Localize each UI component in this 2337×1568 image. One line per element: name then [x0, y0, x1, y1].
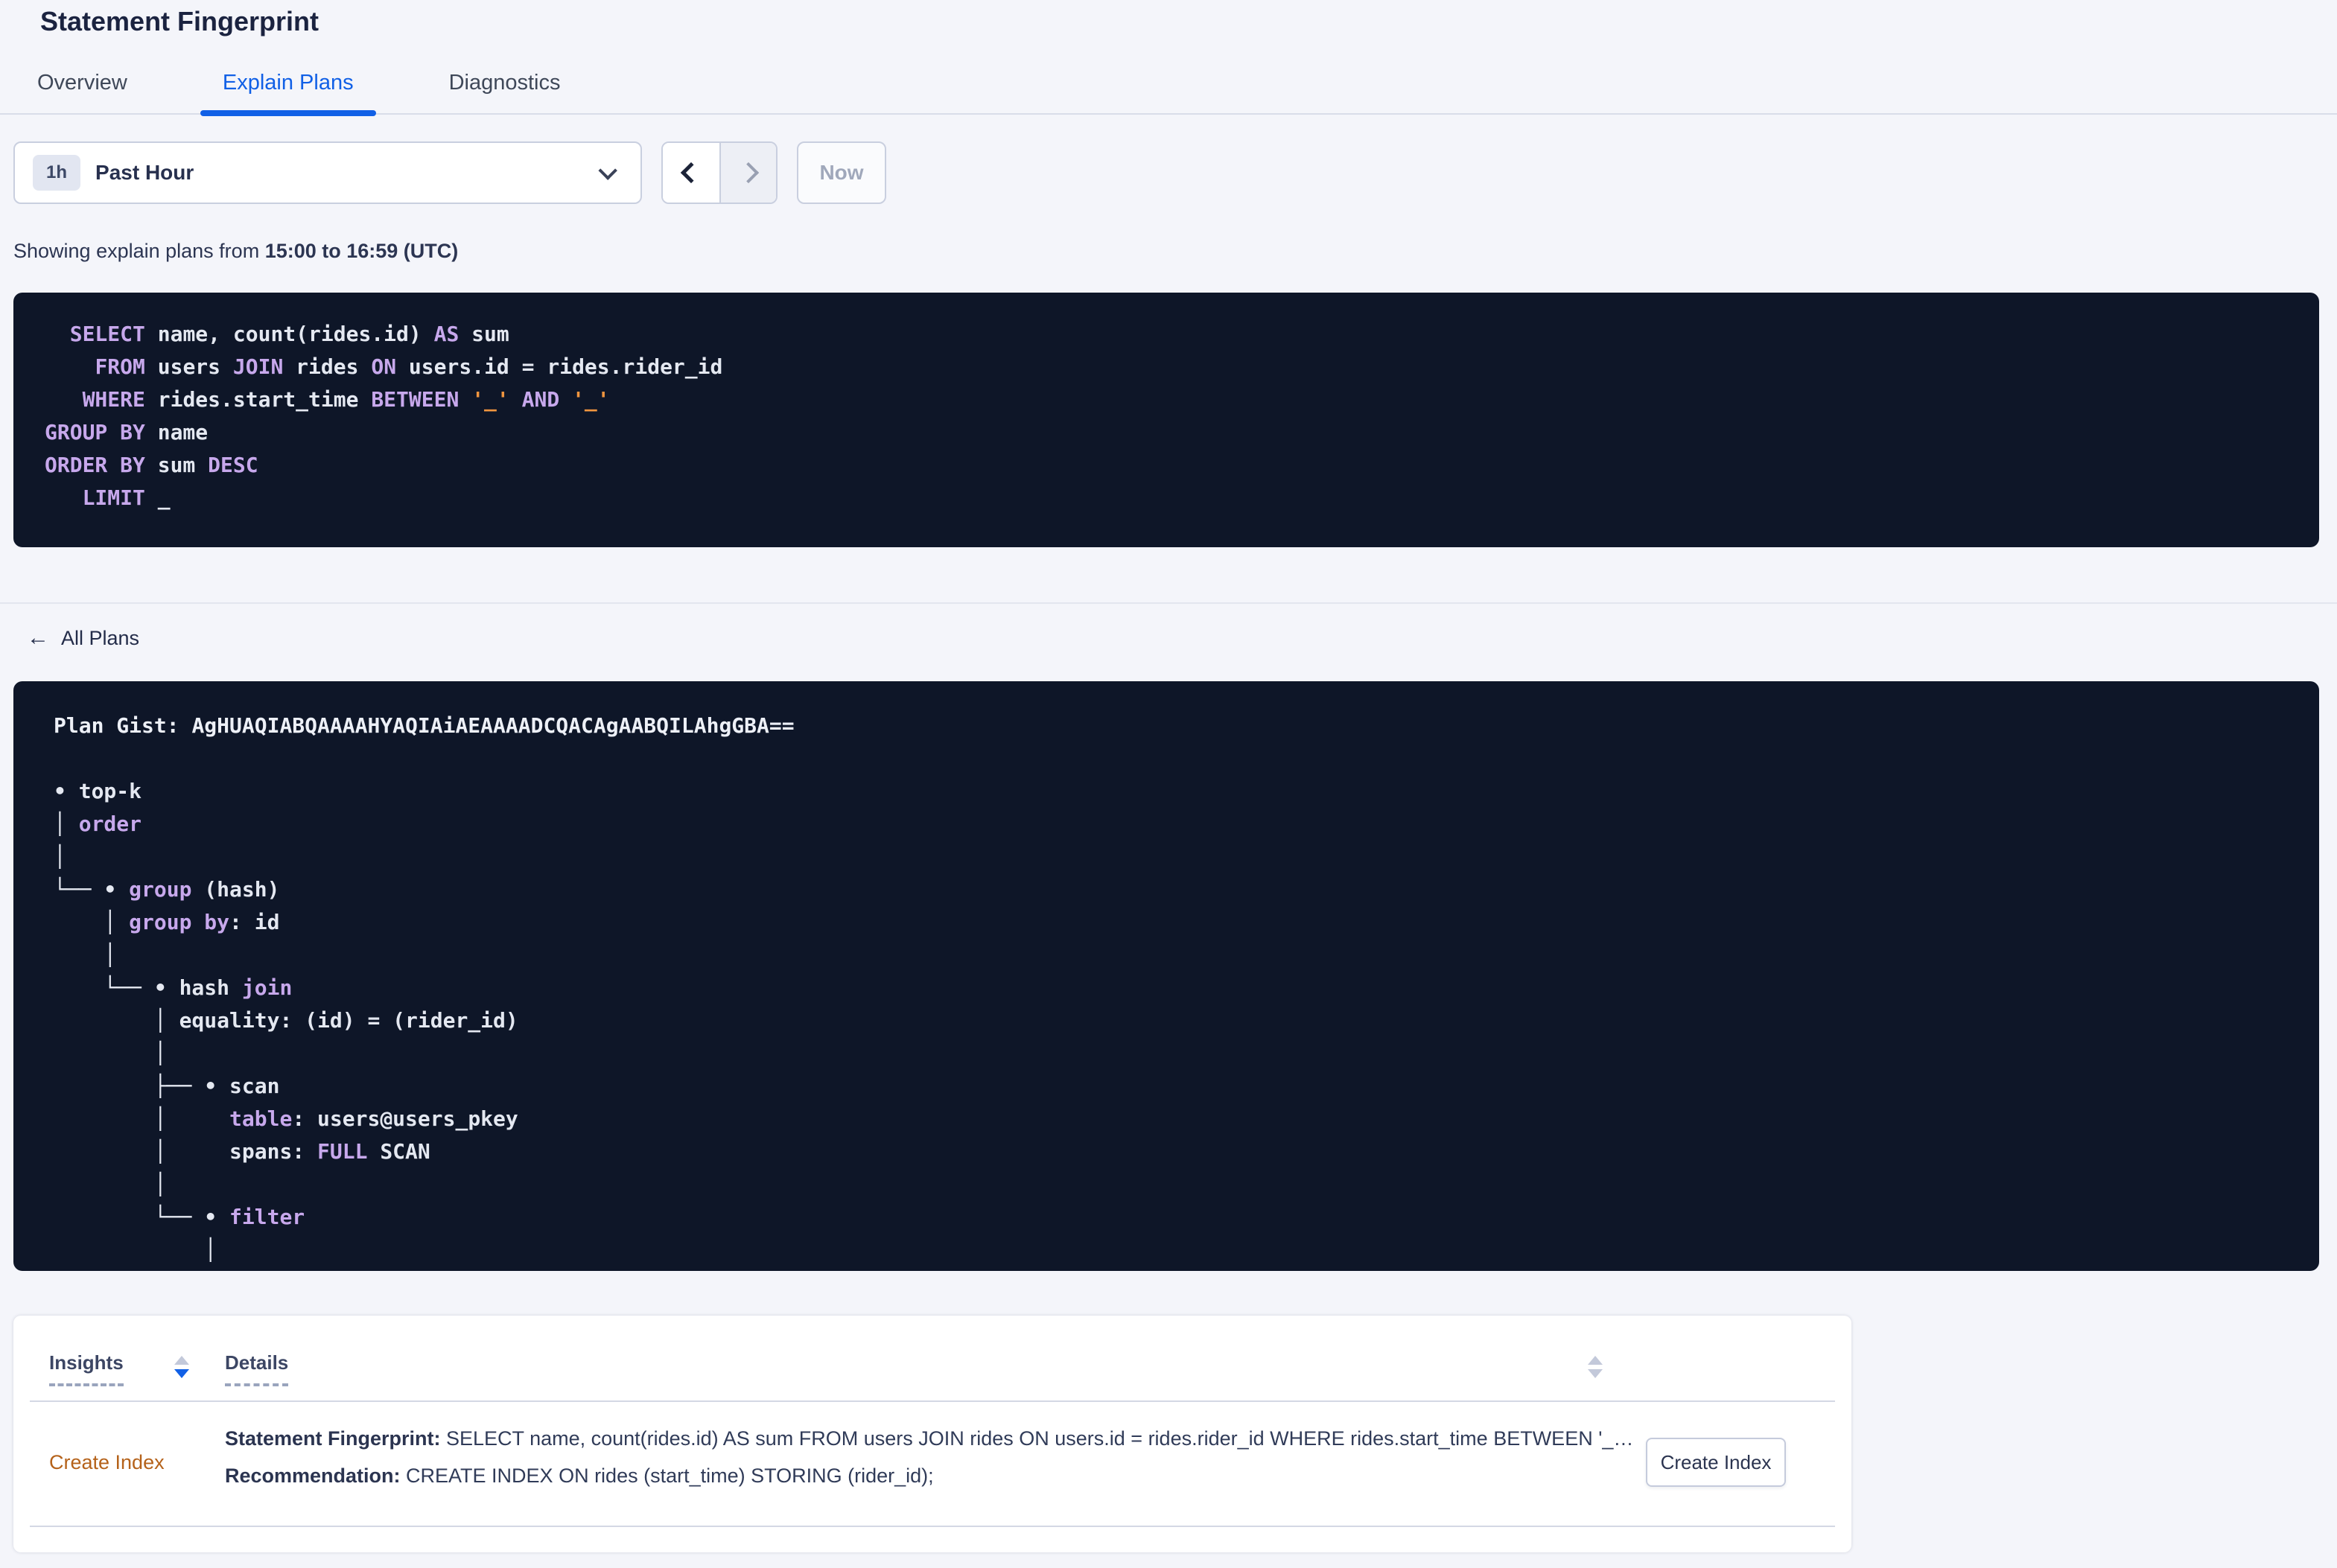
- plan-gist-value: AgHUAQIABQAAAAHYAQIAiAEAAAADCQACAgAABQIL…: [191, 713, 795, 738]
- sort-desc-icon: [1588, 1369, 1603, 1378]
- plan-gist-label: Plan Gist:: [54, 713, 192, 738]
- summary-range: 15:00 to 16:59 (UTC): [264, 240, 459, 262]
- insight-details-cell: Statement Fingerprint: SELECT name, coun…: [225, 1420, 1634, 1494]
- time-step-buttons: [661, 141, 778, 204]
- tab-overview[interactable]: Overview: [37, 70, 127, 113]
- sql-statement-block: SELECT name, count(rides.id) AS sum FROM…: [13, 293, 2319, 547]
- all-plans-back-link[interactable]: ← All Plans: [27, 623, 139, 653]
- detail-line-recommendation: Recommendation: CREATE INDEX ON rides (s…: [225, 1465, 934, 1487]
- plan-tree: • top-k │ order │ └── • group (hash) │ grou…: [54, 779, 518, 1262]
- time-range-label: Past Hour: [95, 161, 194, 184]
- summary-prefix: Showing explain plans from: [13, 240, 265, 262]
- back-arrow-icon: ←: [27, 625, 49, 650]
- sort-icon-insights[interactable]: [174, 1356, 189, 1378]
- back-link-label: All Plans: [61, 626, 140, 649]
- table-header-divider: [30, 1400, 1835, 1402]
- sort-icon-details[interactable]: [1588, 1356, 1603, 1378]
- time-toolbar: 1h Past Hour Now: [13, 141, 2337, 204]
- insight-type-link[interactable]: Create Index: [49, 1451, 165, 1474]
- plan-gist-line: Plan Gist: AgHUAQIABQAAAAHYAQIAiAEAAAADC…: [54, 710, 2319, 742]
- insights-card: Insights Details Create Index Statement …: [13, 1316, 1851, 1552]
- sort-asc-icon: [1588, 1356, 1603, 1365]
- time-range-badge: 1h: [33, 155, 81, 191]
- now-button[interactable]: Now: [797, 141, 886, 204]
- prev-time-button[interactable]: [663, 143, 719, 203]
- section-divider: [0, 602, 2337, 604]
- tab-bar: Overview Explain Plans Diagnostics: [0, 70, 2337, 116]
- sql-statement-code: SELECT name, count(rides.id) AS sum FROM…: [45, 322, 723, 510]
- chevron-right-icon: [737, 162, 760, 184]
- table-row-divider: [30, 1526, 1835, 1527]
- column-header-details[interactable]: Details: [225, 1351, 289, 1386]
- create-index-button[interactable]: Create Index: [1646, 1438, 1786, 1487]
- column-header-insights[interactable]: Insights: [49, 1351, 124, 1386]
- time-range-picker[interactable]: 1h Past Hour: [13, 141, 642, 204]
- chevron-left-icon: [680, 162, 702, 184]
- detail-line-fingerprint: Statement Fingerprint: SELECT name, coun…: [225, 1427, 1634, 1450]
- tab-explain-plans[interactable]: Explain Plans: [200, 70, 376, 116]
- time-range-summary: Showing explain plans from 15:00 to 16:5…: [13, 240, 2337, 263]
- tab-diagnostics[interactable]: Diagnostics: [449, 70, 561, 113]
- page-title: Statement Fingerprint: [40, 6, 319, 36]
- next-time-button[interactable]: [719, 143, 776, 203]
- plan-gist-block: Plan Gist: AgHUAQIABQAAAAHYAQIAiAEAAAADC…: [13, 681, 2319, 1271]
- chevron-down-icon: [598, 161, 617, 180]
- sort-desc-icon: [174, 1369, 189, 1378]
- statement-fingerprint-page: Statement Fingerprint Overview Explain P…: [0, 0, 2337, 1568]
- sort-asc-icon: [174, 1356, 189, 1365]
